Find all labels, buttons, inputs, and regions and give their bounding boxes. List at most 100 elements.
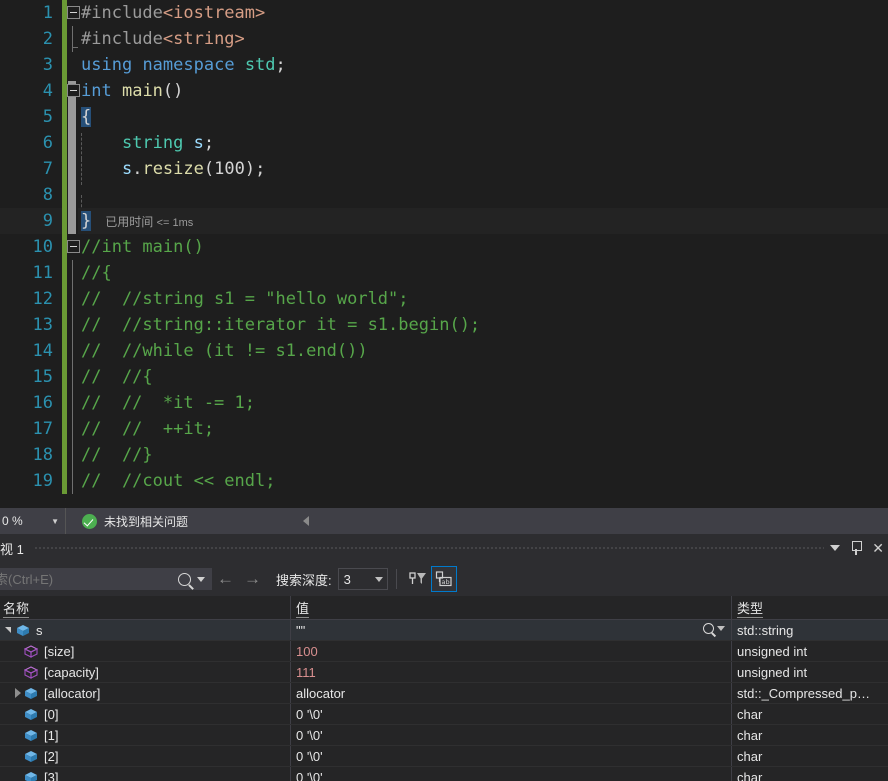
table-row[interactable]: [allocator] allocator std::_Compressed_p… <box>0 683 888 704</box>
code-line[interactable]: 2 #include<string> <box>0 26 888 52</box>
line-number: 12 <box>32 289 53 309</box>
line-number: 18 <box>32 445 53 465</box>
navigate-back-icon[interactable]: ← <box>212 569 239 589</box>
fold-gutter[interactable] <box>67 312 78 338</box>
tab-watch-1[interactable]: 视 1 <box>0 534 24 562</box>
fold-collapse-icon[interactable] <box>67 84 80 97</box>
fold-gutter[interactable] <box>67 364 78 390</box>
row-value-cell[interactable]: "" <box>291 620 732 640</box>
code-line[interactable]: 11 //{ <box>0 260 888 286</box>
code-line[interactable]: 17 // // ++it; <box>0 416 888 442</box>
fold-gutter[interactable] <box>67 52 78 78</box>
fold-gutter[interactable] <box>67 104 78 130</box>
fold-gutter[interactable] <box>67 234 80 260</box>
code-line[interactable]: 10 //int main() <box>0 234 888 260</box>
code-line[interactable]: 1 #include<iostream> <box>0 0 888 26</box>
row-name-cell[interactable]: [0] <box>0 704 291 724</box>
zoom-level-value: 0 % <box>2 514 23 528</box>
value-visualizer-button[interactable] <box>703 623 725 634</box>
fold-gutter[interactable] <box>67 78 80 104</box>
fold-collapse-icon[interactable] <box>67 240 80 253</box>
zoom-level-selector[interactable]: 0 % ▼ <box>0 508 66 534</box>
fold-gutter[interactable] <box>67 0 80 26</box>
fold-collapse-icon[interactable] <box>67 6 80 19</box>
row-name-cell[interactable]: [capacity] <box>0 662 291 682</box>
row-value-cell[interactable]: 111 <box>291 662 732 682</box>
search-box[interactable] <box>0 568 212 590</box>
code-line[interactable]: 6 string s; <box>0 130 888 159</box>
expander-icon <box>12 704 24 725</box>
code-line[interactable]: 4 int main() <box>0 78 888 104</box>
check-circle-icon <box>82 513 97 529</box>
row-type-cell: char <box>732 704 888 724</box>
code-line[interactable]: 15 // //{ <box>0 364 888 390</box>
row-name-cell[interactable]: s <box>0 620 291 640</box>
fold-gutter[interactable] <box>67 286 78 312</box>
fold-gutter[interactable] <box>67 260 78 286</box>
search-options-chevron-icon[interactable] <box>197 576 205 582</box>
row-name-cell[interactable]: [2] <box>0 746 291 766</box>
fold-gutter[interactable] <box>67 442 78 468</box>
close-icon[interactable]: ✕ <box>872 541 884 555</box>
code-line[interactable]: 12 // //string s1 = "hello world"; <box>0 286 888 312</box>
code-line[interactable]: 5 { <box>0 104 888 130</box>
row-value-cell[interactable]: 0 '\0' <box>291 725 732 745</box>
code-line[interactable]: 18 // //} <box>0 442 888 468</box>
tab-watch-1-label: 视 1 <box>0 541 24 557</box>
table-row[interactable]: [capacity] 111 unsigned int <box>0 662 888 683</box>
pin-filter-icon[interactable] <box>405 566 431 592</box>
code-line[interactable]: 8 <box>0 182 888 221</box>
row-name-label: [allocator] <box>44 685 101 701</box>
fold-gutter[interactable] <box>67 416 78 442</box>
code-line[interactable]: 7 s.resize(100); <box>0 156 888 185</box>
code-line[interactable]: 3 using namespace std; <box>0 52 888 78</box>
row-value-cell[interactable]: 0 '\0' <box>291 704 732 724</box>
table-row[interactable]: [3] 0 '\0' char <box>0 767 888 781</box>
search-depth-select[interactable]: 3 <box>337 568 388 590</box>
fold-gutter[interactable] <box>67 130 78 156</box>
row-type-label: std::_Compressed_p… <box>737 685 870 701</box>
hex-display-toggle-icon[interactable]: ab <box>430 566 457 592</box>
table-row[interactable]: [0] 0 '\0' char <box>0 704 888 725</box>
expander-icon[interactable] <box>4 620 16 641</box>
watch-panel: 视 1 ✕ ← → 搜索深度: 3 <box>0 534 888 781</box>
row-value-cell[interactable]: allocator <box>291 683 732 703</box>
previous-issue-arrow-icon[interactable] <box>303 516 309 526</box>
expander-icon[interactable] <box>12 683 24 704</box>
fold-gutter[interactable] <box>67 26 78 52</box>
table-row[interactable]: [size] 100 unsigned int <box>0 641 888 662</box>
code-editor[interactable]: 1 #include<iostream> 2 #include<string> … <box>0 0 888 508</box>
row-value-cell[interactable]: 0 '\0' <box>291 767 732 781</box>
code-line[interactable]: 19 // //cout << endl; <box>0 468 888 494</box>
search-depth-value: 3 <box>343 571 351 587</box>
navigate-forward-icon[interactable]: → <box>239 569 266 589</box>
code-line[interactable]: 14 // //while (it != s1.end()) <box>0 338 888 364</box>
expander-icon <box>12 746 24 767</box>
fold-gutter[interactable] <box>67 338 78 364</box>
code-line[interactable]: 16 // // *it -= 1; <box>0 390 888 416</box>
table-row[interactable]: [2] 0 '\0' char <box>0 746 888 767</box>
row-value-label: allocator <box>296 685 346 701</box>
row-name-cell[interactable]: [size] <box>0 641 291 661</box>
row-name-label: [1] <box>44 727 59 743</box>
column-header-name[interactable]: 名称 <box>0 595 291 620</box>
row-value-cell[interactable]: 100 <box>291 641 732 661</box>
code-line[interactable]: 9 } 已用时间 <= 1ms <box>0 208 888 234</box>
pin-icon[interactable] <box>850 541 863 555</box>
chevron-down-icon[interactable] <box>830 545 841 551</box>
search-input[interactable] <box>0 571 178 587</box>
fold-gutter[interactable] <box>67 182 78 208</box>
fold-gutter[interactable] <box>67 156 78 182</box>
code-line[interactable]: 13 // //string::iterator it = s1.begin()… <box>0 312 888 338</box>
column-header-value[interactable]: 值 <box>291 595 732 620</box>
fold-gutter[interactable] <box>67 390 78 416</box>
table-row[interactable]: [1] 0 '\0' char <box>0 725 888 746</box>
table-row[interactable]: s "" std::string <box>0 620 888 641</box>
row-name-cell[interactable]: [allocator] <box>0 683 291 703</box>
row-name-cell[interactable]: [3] <box>0 767 291 781</box>
row-name-cell[interactable]: [1] <box>0 725 291 745</box>
fold-gutter[interactable] <box>67 208 78 234</box>
fold-gutter[interactable] <box>67 468 78 494</box>
column-header-type[interactable]: 类型 <box>732 596 888 620</box>
row-value-cell[interactable]: 0 '\0' <box>291 746 732 766</box>
